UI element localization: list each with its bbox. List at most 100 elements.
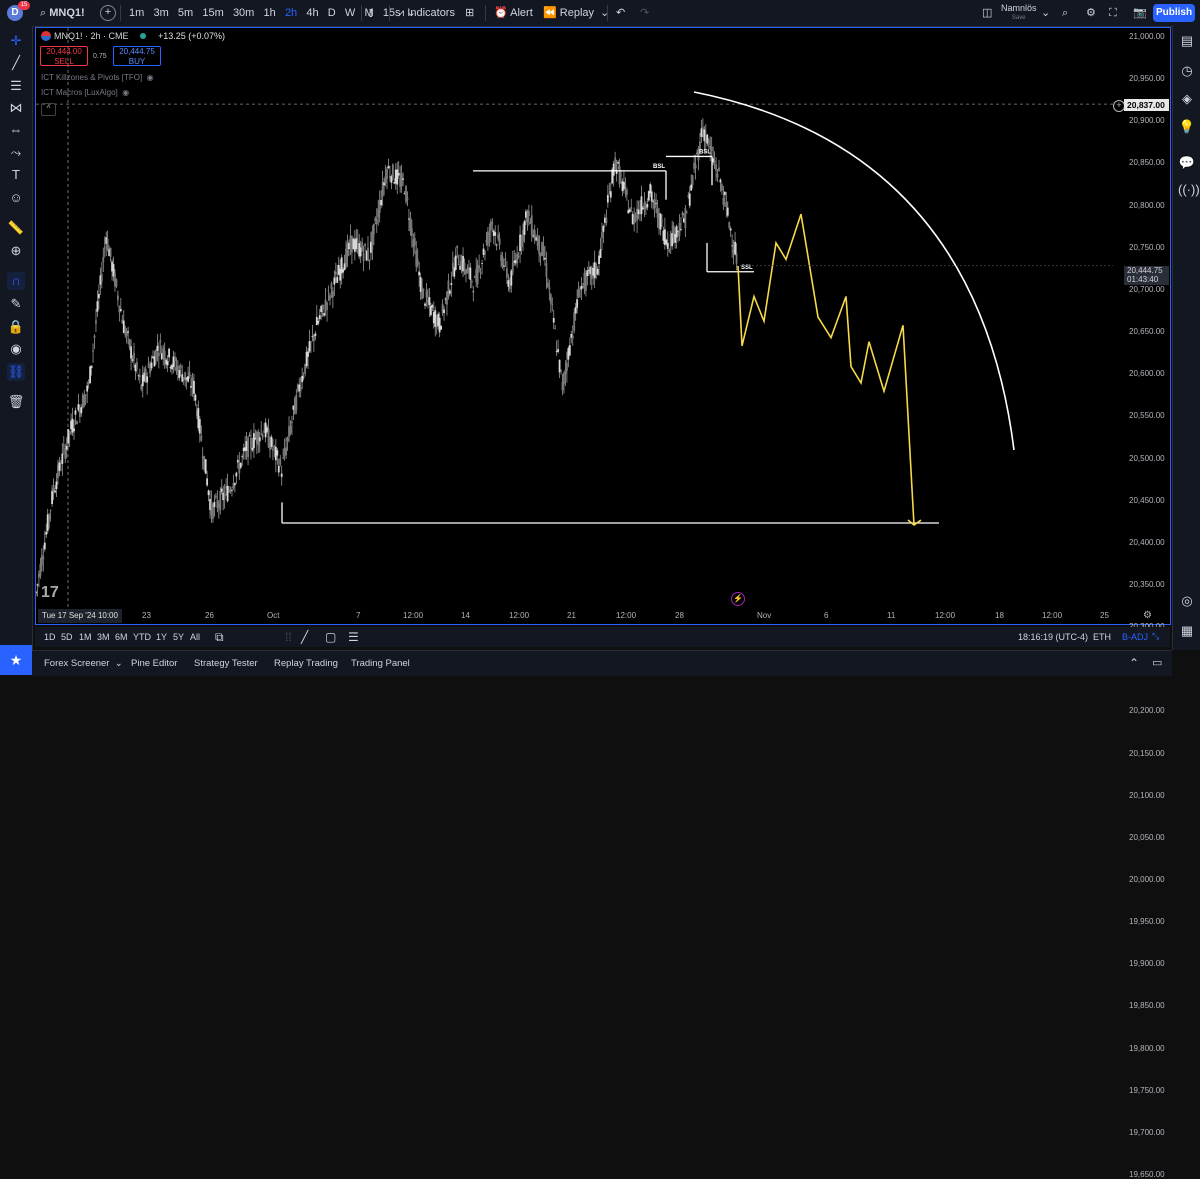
range-3m[interactable]: 3M <box>97 632 110 642</box>
range-all[interactable]: All <box>190 632 200 642</box>
alert-button[interactable]: ⏰ Alert <box>494 5 533 21</box>
goto-date-icon[interactable]: ⧉ <box>215 630 224 645</box>
publish-button[interactable]: Publish <box>1153 4 1195 22</box>
compare-symbol-button[interactable]: + <box>100 5 116 21</box>
fib-tool-icon[interactable]: ☰ <box>348 630 359 644</box>
rectangle-tool-icon[interactable]: ▢ <box>325 630 336 644</box>
broadcast-icon[interactable]: ((·)) <box>1178 181 1200 199</box>
adjustment-toggle[interactable]: B-ADJ <box>1122 632 1148 642</box>
interval-4h[interactable]: 4h <box>306 7 318 19</box>
link-icon[interactable]: ⛓ <box>7 363 25 381</box>
price-tick-label: 19,800.00 <box>1129 1043 1165 1053</box>
buy-button[interactable]: 20,444.75 BUY <box>113 46 161 66</box>
interval-3m[interactable]: 3m <box>153 7 168 19</box>
range-6m[interactable]: 6M <box>115 632 128 642</box>
interval-30m[interactable]: 30m <box>233 7 254 19</box>
range-5y[interactable]: 5Y <box>173 632 184 642</box>
range-5d[interactable]: 5D <box>61 632 73 642</box>
line-tool-icon[interactable]: ╱ <box>301 630 308 644</box>
tab-strategy-tester[interactable]: Strategy Tester <box>194 658 258 669</box>
chevron-down-icon[interactable]: ⌄ <box>1041 5 1050 21</box>
trend-line-icon[interactable]: ╱ <box>7 54 25 72</box>
text-icon[interactable]: T <box>7 166 25 184</box>
candle-type-icon[interactable]: ⫾ <box>369 5 373 21</box>
fullscreen-icon[interactable]: ⛶ <box>1109 5 1117 21</box>
legend-symbol-title[interactable]: MNQ1! · 2h · CME <box>54 31 129 41</box>
trash-icon[interactable]: 🗑 <box>7 393 25 411</box>
bsl-label-2: BSL <box>699 149 711 155</box>
price-chart[interactable]: BSL BSL SSL <box>36 28 1113 610</box>
tab-replay-trading[interactable]: Replay Trading <box>274 658 338 669</box>
crosshair-icon[interactable]: ✛ <box>7 32 25 50</box>
lightning-event-icon[interactable]: ⚡ <box>731 592 745 606</box>
zoom-in-icon[interactable]: ⊕ <box>7 242 25 260</box>
layers-icon[interactable]: ◈ <box>1178 90 1196 108</box>
undo-icon[interactable]: ↶ <box>616 5 625 21</box>
alerts-clock-icon[interactable]: ◷ <box>1178 62 1196 80</box>
settings-gear-icon[interactable]: ⚙ <box>1086 5 1096 21</box>
interval-w[interactable]: W <box>345 7 355 19</box>
position-icon[interactable]: ⇔ <box>7 121 25 139</box>
emoji-icon[interactable]: ☺ <box>7 189 25 207</box>
candle-body <box>308 341 311 352</box>
drag-handle-icon[interactable]: ⁞⁞ <box>285 630 292 644</box>
eye-icon[interactable]: ◉ <box>120 88 129 97</box>
layout-name-button[interactable]: Namnlös Save <box>1001 3 1037 23</box>
sell-button[interactable]: 20,444.00 SELL <box>40 46 88 66</box>
tab-pine-editor[interactable]: Pine Editor <box>131 658 177 669</box>
tradingview-logo[interactable]: 17 <box>41 584 63 606</box>
maximize-panel-icon[interactable]: ▭ <box>1152 656 1162 669</box>
interval-5m[interactable]: 5m <box>178 7 193 19</box>
magnet-icon[interactable]: ∩ <box>7 272 25 290</box>
interval-d[interactable]: D <box>328 7 336 19</box>
pattern-icon[interactable]: ⋈ <box>7 99 25 117</box>
indicators-button[interactable]: ⩘ Indicators <box>398 5 455 21</box>
collapse-arrows-icon[interactable]: ⤡ <box>1152 631 1159 642</box>
watchlist-icon[interactable]: ▤ <box>1178 32 1196 50</box>
symbol-search-button[interactable]: ⌕ MNQ1! <box>40 5 85 21</box>
range-1m[interactable]: 1M <box>79 632 92 642</box>
range-1y[interactable]: 1Y <box>156 632 167 642</box>
range-1d[interactable]: 1D <box>44 632 56 642</box>
chat-icon[interactable]: 💬 <box>1178 154 1196 172</box>
candle-body <box>247 437 249 458</box>
candle-body <box>39 564 42 576</box>
collapse-legend-button[interactable]: ^ <box>41 103 56 116</box>
camera-icon[interactable]: 📷 <box>1133 5 1147 21</box>
interval-1m[interactable]: 1m <box>129 7 144 19</box>
indicator-legend-1[interactable]: ICT Killzones & Pivots [TFO] ◉ <box>41 73 154 82</box>
interval-15m[interactable]: 15m <box>202 7 223 19</box>
price-axis[interactable] <box>1113 28 1169 610</box>
templates-icon[interactable]: ⊞ <box>465 5 474 21</box>
brush-icon[interactable]: ⤳ <box>7 144 25 162</box>
calendar-icon[interactable]: ▦ <box>1178 622 1196 640</box>
eye-icon[interactable]: ◉ <box>7 340 25 358</box>
quick-search-icon[interactable]: ⌕ <box>1062 5 1068 21</box>
ruler-icon[interactable]: 📏 <box>7 219 25 237</box>
bar-countdown: 01:43:40 <box>1127 275 1159 284</box>
candle-body <box>49 510 52 512</box>
indicator-legend-2[interactable]: ICT Macros [LuxAlgo] ◉ <box>41 88 129 97</box>
range-ytd[interactable]: YTD <box>133 632 151 642</box>
chevron-up-icon[interactable]: ⌃ <box>1129 656 1139 670</box>
favorites-star-icon[interactable]: ★ <box>0 645 32 675</box>
interval-2h[interactable]: 2h <box>285 7 297 19</box>
tab-forex-screener[interactable]: Forex Screener ⌄ <box>44 658 123 669</box>
stay-drawing-icon[interactable]: ✎ <box>7 295 25 313</box>
price-tick-label: 20,600.00 <box>1129 369 1165 379</box>
layout-panel-icon[interactable]: ◫ <box>982 5 992 21</box>
session-button[interactable]: ETH <box>1093 632 1111 642</box>
lock-icon[interactable]: 🔒 <box>7 318 25 336</box>
fib-retracement-icon[interactable]: ☰ <box>7 77 25 95</box>
replay-button[interactable]: ⏪ Replay ⌄ <box>543 5 609 21</box>
help-icon[interactable]: ◎ <box>1178 592 1196 610</box>
eye-icon[interactable]: ◉ <box>144 73 154 82</box>
interval-1h[interactable]: 1h <box>264 7 276 19</box>
redo-icon[interactable]: ↷ <box>640 5 649 21</box>
candle-body <box>655 203 657 205</box>
axis-settings-gear-icon[interactable]: ⚙ <box>1143 610 1152 621</box>
ideas-bulb-icon[interactable]: 💡 <box>1178 118 1196 136</box>
candle-body <box>51 490 53 504</box>
clock-timezone[interactable]: 18:16:19 (UTC-4) <box>1018 632 1088 642</box>
tab-trading-panel[interactable]: Trading Panel <box>351 658 410 669</box>
